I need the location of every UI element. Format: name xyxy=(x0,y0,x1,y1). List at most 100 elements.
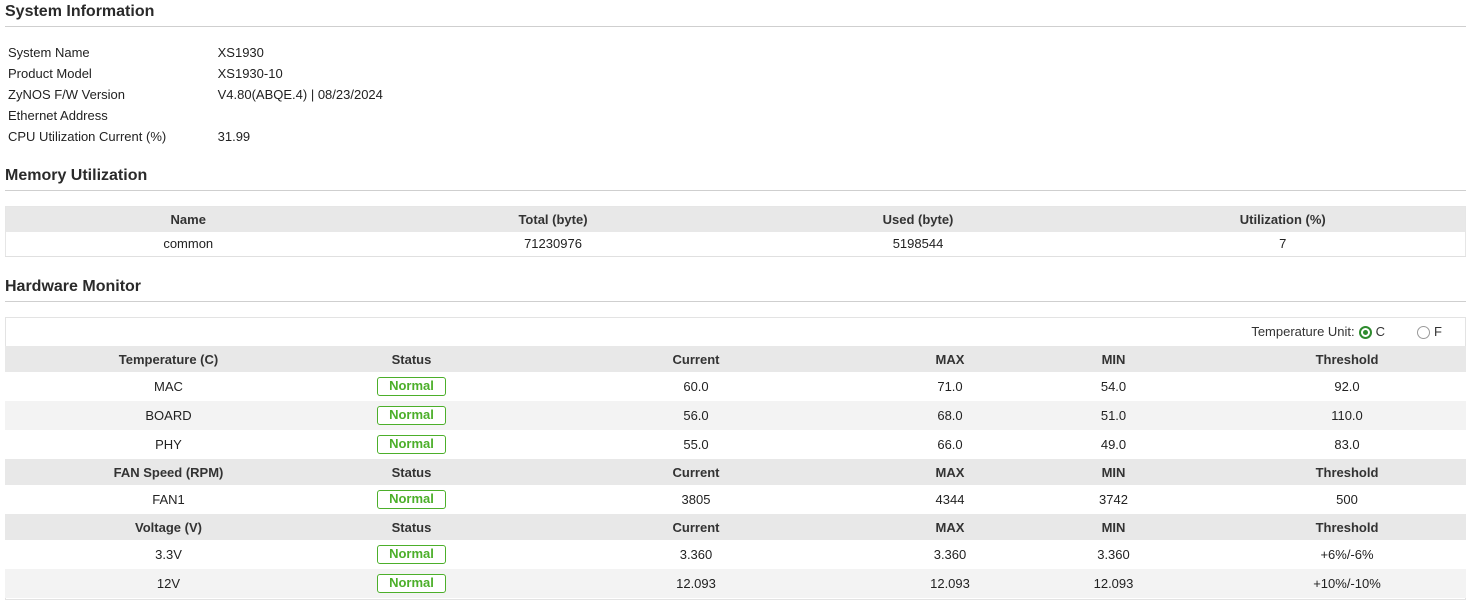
current-value: 3.360 xyxy=(679,547,713,562)
status-badge: Normal xyxy=(377,490,446,509)
info-value: V4.80(ABQE.4) | 08/23/2024 xyxy=(217,87,383,102)
max-value: 4344 xyxy=(935,492,965,507)
column-header: MAX xyxy=(935,351,965,367)
system-information-title: System Information xyxy=(5,3,155,20)
table-row: MAC Normal 60.0 71.0 54.0 92.0 xyxy=(5,372,1466,401)
hardware-monitor-title: Hardware Monitor xyxy=(5,278,142,295)
sensor-name: FAN1 xyxy=(152,492,185,507)
radio-unchecked-icon[interactable] xyxy=(1417,325,1431,339)
status-badge: Normal xyxy=(377,545,446,564)
info-value: XS1930-10 xyxy=(217,66,283,81)
info-value: XS1930 xyxy=(217,45,264,60)
info-label: CPU Utilization Current (%) xyxy=(8,129,167,144)
max-value: 12.093 xyxy=(930,576,970,591)
memory-utilization: 7 xyxy=(1279,236,1287,252)
column-header: Used (byte) xyxy=(882,211,954,227)
table-row: common 71230976 5198544 7 xyxy=(5,231,1466,257)
voltage-header-row: Voltage (V) Status Current MAX MIN Thres… xyxy=(5,514,1466,540)
column-header: Current xyxy=(672,351,720,367)
min-value: 3.360 xyxy=(1097,547,1130,562)
column-header: Status xyxy=(391,519,432,535)
threshold-value: +6%/-6% xyxy=(1320,547,1374,562)
column-header: Status xyxy=(391,351,432,367)
table-row: FAN1 Normal 3805 4344 3742 500 xyxy=(5,485,1466,514)
threshold-value: 92.0 xyxy=(1334,379,1360,394)
min-value: 12.093 xyxy=(1093,576,1134,591)
sensor-name: MAC xyxy=(154,379,183,394)
sensor-name: PHY xyxy=(155,437,182,452)
table-row: 3.3V Normal 3.360 3.360 3.360 +6%/-6% xyxy=(5,540,1466,569)
memory-total: 71230976 xyxy=(524,236,582,252)
info-label: Ethernet Address xyxy=(8,108,108,123)
current-value: 55.0 xyxy=(683,437,709,452)
memory-table-header: Name Total (byte) Used (byte) Utilizatio… xyxy=(5,206,1466,232)
table-row: 12V Normal 12.093 12.093 12.093 +10%/-10… xyxy=(5,569,1466,598)
max-value: 3.360 xyxy=(933,547,967,562)
memory-name: common xyxy=(163,236,214,252)
info-row-ethernet-address: Ethernet Address xyxy=(8,105,218,126)
column-header: MIN xyxy=(1101,519,1126,535)
min-value: 49.0 xyxy=(1100,437,1127,452)
column-header: Current xyxy=(672,519,720,535)
info-label: ZyNOS F/W Version xyxy=(8,87,126,102)
sensor-name: 3.3V xyxy=(155,547,182,562)
info-label: Product Model xyxy=(8,66,92,81)
max-value: 68.0 xyxy=(937,408,963,423)
column-header: MAX xyxy=(935,519,965,535)
table-row: BOARD Normal 56.0 68.0 51.0 110.0 xyxy=(5,401,1466,430)
memory-table: Name Total (byte) Used (byte) Utilizatio… xyxy=(5,206,1466,257)
status-badge: Normal xyxy=(377,574,446,593)
column-header: Status xyxy=(391,464,432,480)
section-divider xyxy=(5,26,1466,27)
unit-option-label: F xyxy=(1434,324,1442,339)
current-value: 3805 xyxy=(681,492,711,507)
sensor-name: 12V xyxy=(156,576,181,591)
column-header: Temperature (C) xyxy=(118,351,219,367)
threshold-value: 500 xyxy=(1336,492,1358,507)
column-header: Threshold xyxy=(1315,519,1379,535)
column-header: Total (byte) xyxy=(518,211,588,227)
sensor-name: BOARD xyxy=(145,408,192,423)
fan-header-row: FAN Speed (RPM) Status Current MAX MIN T… xyxy=(5,459,1466,485)
temperature-unit-selector: Temperature Unit: C F xyxy=(1251,323,1442,341)
info-value: 31.99 xyxy=(217,129,251,144)
min-value: 3742 xyxy=(1099,492,1128,507)
info-label: System Name xyxy=(8,45,90,60)
max-value: 66.0 xyxy=(937,437,963,452)
threshold-value: +10%/-10% xyxy=(1313,576,1381,591)
column-header: Threshold xyxy=(1315,351,1379,367)
unit-option-label: C xyxy=(1375,324,1386,339)
info-row-product-model: Product Model XS1930-10 xyxy=(8,63,283,84)
column-header: Voltage (V) xyxy=(135,519,202,535)
current-value: 60.0 xyxy=(683,379,709,394)
info-row-cpu-utilization: CPU Utilization Current (%) 31.99 xyxy=(8,126,250,147)
status-badge: Normal xyxy=(377,406,446,425)
column-header: MIN xyxy=(1101,351,1126,367)
section-divider xyxy=(5,190,1466,191)
column-header: FAN Speed (RPM) xyxy=(113,464,224,480)
threshold-value: 83.0 xyxy=(1334,437,1360,452)
radio-checked-icon[interactable] xyxy=(1358,325,1372,339)
memory-used: 5198544 xyxy=(892,236,944,252)
hardware-monitor-table: Temperature (C) Status Current MAX MIN T… xyxy=(5,346,1466,598)
column-header: Name xyxy=(170,211,206,227)
temperature-unit-fahrenheit[interactable]: F xyxy=(1417,323,1442,341)
status-badge: Normal xyxy=(377,377,446,396)
section-divider xyxy=(5,301,1466,302)
column-header: Utilization (%) xyxy=(1239,211,1326,227)
info-row-system-name: System Name XS1930 xyxy=(8,42,264,63)
table-row: PHY Normal 55.0 66.0 49.0 83.0 xyxy=(5,430,1466,459)
column-header: Current xyxy=(672,464,720,480)
current-value: 12.093 xyxy=(676,576,716,591)
temperature-header-row: Temperature (C) Status Current MAX MIN T… xyxy=(5,346,1466,372)
temperature-unit-celsius[interactable]: C xyxy=(1358,323,1386,341)
memory-utilization-title: Memory Utilization xyxy=(5,167,148,184)
column-header: MIN xyxy=(1101,464,1126,480)
threshold-value: 110.0 xyxy=(1331,408,1363,423)
current-value: 56.0 xyxy=(683,408,709,423)
min-value: 54.0 xyxy=(1100,379,1127,394)
column-header: MAX xyxy=(935,464,965,480)
column-header: Threshold xyxy=(1315,464,1379,480)
min-value: 51.0 xyxy=(1100,408,1127,423)
status-badge: Normal xyxy=(377,435,446,454)
